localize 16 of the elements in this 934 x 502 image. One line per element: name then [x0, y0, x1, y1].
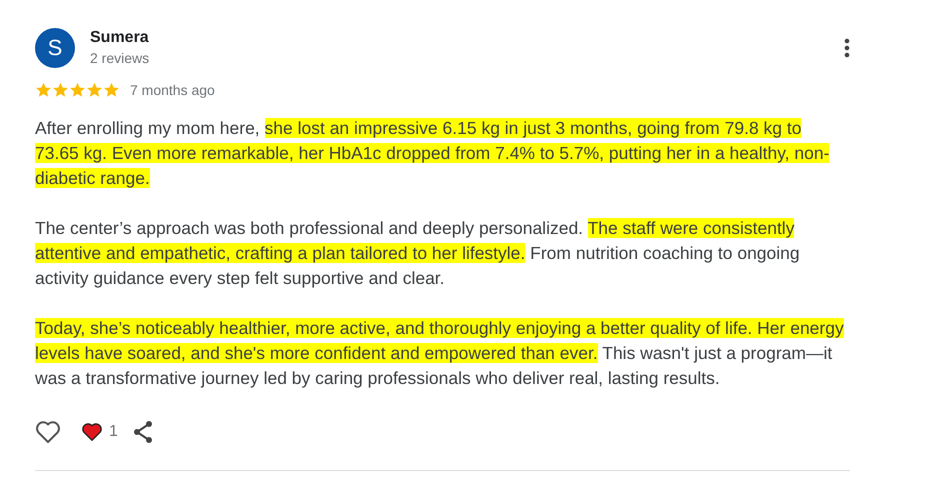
star-icon — [52, 82, 69, 98]
more-options-icon[interactable] — [844, 38, 850, 58]
star-icon — [86, 82, 103, 98]
review-paragraph: Today, she’s noticeably healthier, more active, and thoroughly enjoying a better quality of life. Her energy levels have soared, and she's more confident and empowered than ever. This wasn't just a program—it was a transformative journey led by caring professionals who deliver real, lasting results. — [35, 317, 845, 390]
review-count: 2 reviews — [90, 50, 150, 66]
star-icon — [103, 82, 120, 98]
avatar: S — [35, 28, 75, 68]
heart-outline-icon[interactable] — [35, 420, 61, 444]
star-icon — [69, 82, 86, 98]
share-icon[interactable] — [132, 420, 154, 444]
reaction-count: 1 — [109, 423, 118, 441]
star-icon — [35, 82, 52, 98]
review-paragraph: After enrolling my mom here, she lost an impressive 6.15 kg in just 3 months, going from 79.8 kg to 73.65 kg. Even more remarkable, her HbA1c dropped from 7.4% to 5.7%, putting her in a healthy, non-diabetic range. — [35, 117, 830, 190]
author-name[interactable]: Sumera — [90, 29, 844, 47]
heart-icon[interactable] — [81, 422, 103, 442]
review-time: 7 months ago — [130, 82, 215, 98]
